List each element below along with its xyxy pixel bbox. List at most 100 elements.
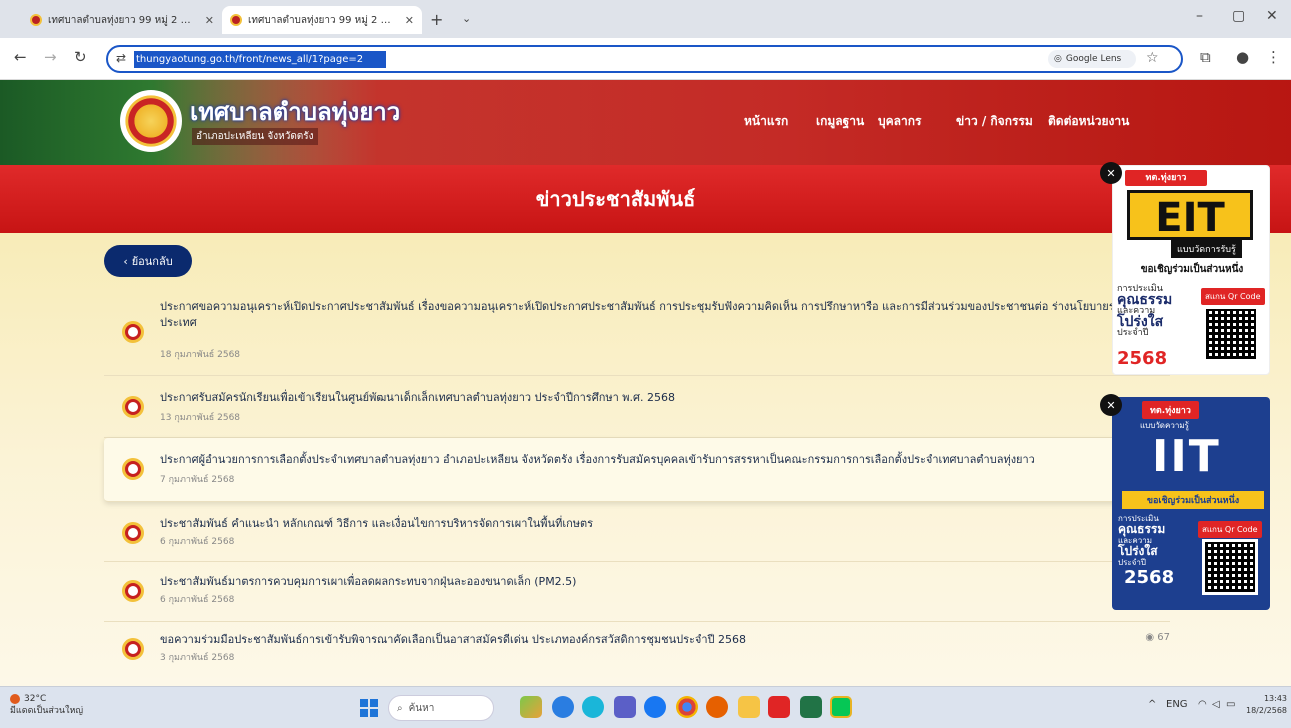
excel-icon[interactable] <box>800 696 822 718</box>
news-item[interactable]: ประชาสัมพันธ์ คำแนะนำ หลักเกณฑ์ วิธีการ … <box>104 502 1170 562</box>
profile-avatar-icon[interactable]: ● <box>1236 48 1249 66</box>
news-title[interactable]: ประชาสัมพันธ์มาตรการควบคุมการเผาเพื่อลดผ… <box>160 574 1160 590</box>
menu-item-news[interactable]: ข่าว / กิจกรรม <box>956 112 1033 131</box>
youtube-icon[interactable] <box>768 696 790 718</box>
news-title[interactable]: ประกาศผู้อำนวยการการเลือกตั้งประจำเทศบาล… <box>160 452 1160 468</box>
minimize-button[interactable]: – <box>1196 8 1203 24</box>
news-title[interactable]: ขอความร่วมมือประชาสัมพันธ์การเข้ารับพิจา… <box>160 632 1160 648</box>
view-count-value: 67 <box>1157 632 1170 643</box>
eit-label-big2: โปร่งใส <box>1117 314 1164 330</box>
news-item[interactable]: ประชาสัมพันธ์มาตรการควบคุมการเผาเพื่อลดผ… <box>104 562 1170 622</box>
back-arrow-icon[interactable]: ← <box>14 48 27 66</box>
system-clock[interactable]: 13:43 18/2/2568 <box>1246 693 1287 717</box>
menu-item-personnel[interactable]: บุคลากร <box>878 112 921 131</box>
weather-desc: มีแดดเป็นส่วนใหญ่ <box>10 706 84 716</box>
windows-start-icon[interactable] <box>360 699 378 717</box>
teams-icon[interactable] <box>614 696 636 718</box>
back-button-label: ย้อนกลับ <box>131 255 173 268</box>
firefox-icon[interactable] <box>706 696 728 718</box>
chrome-icon[interactable] <box>676 696 698 718</box>
messenger-icon[interactable] <box>582 696 604 718</box>
file-explorer-icon[interactable] <box>738 696 760 718</box>
close-icon[interactable]: ✕ <box>1100 394 1122 416</box>
battery-icon[interactable]: ▭ <box>1226 699 1235 710</box>
google-lens-button[interactable]: ◎ Google Lens <box>1048 50 1136 68</box>
forward-arrow-icon[interactable]: → <box>44 48 57 66</box>
bookmark-star-icon[interactable]: ☆ <box>1146 50 1159 66</box>
taskbar-search[interactable]: ⌕ ค้นหา <box>388 695 494 721</box>
news-item[interactable]: ประกาศผู้อำนวยการการเลือกตั้งประจำเทศบาล… <box>104 438 1170 502</box>
back-button[interactable]: ‹ ย้อนกลับ <box>104 245 192 277</box>
iit-year: 2568 <box>1124 567 1175 588</box>
sun-icon <box>10 693 20 704</box>
eit-label: การประเมิน คุณธรรม และความ โปร่งใส ประจำ… <box>1117 284 1172 339</box>
language-indicator[interactable]: ENG <box>1166 699 1188 710</box>
tab-list-chevron-icon[interactable]: ⌄ <box>462 12 471 25</box>
tab-title: เทศบาลตำบลทุ่งยาว 99 หมู่ 2 ตำบล <box>48 14 199 26</box>
news-title[interactable]: ประกาศรับสมัครนักเรียนเพื่อเข้าเรียนในศู… <box>160 390 1160 406</box>
site-favicon-icon <box>230 14 242 26</box>
lens-label: Google Lens <box>1065 54 1122 64</box>
maximize-button[interactable]: ▢ <box>1232 8 1245 24</box>
site-header: เทศบาลตำบลทุ่งยาว อำเภอปะเหลียน จังหวัดต… <box>0 80 1291 165</box>
reload-icon[interactable]: ↻ <box>74 48 87 66</box>
news-bullet-icon <box>122 522 144 544</box>
eit-badge-header: ทต.ทุ่งยาว <box>1125 170 1207 186</box>
news-item[interactable]: ขอความร่วมมือประชาสัมพันธ์การเข้ารับพิจา… <box>104 622 1170 672</box>
eit-tag: แบบวัดการรับรู้ <box>1171 240 1242 258</box>
weather-widget[interactable]: 32°C มีแดดเป็นส่วนใหญ่ <box>10 693 83 717</box>
url-input[interactable] <box>134 51 386 68</box>
news-title[interactable]: ประกาศขอความอนุเคราะห์เปิดประกาศประชาสัม… <box>160 299 1160 331</box>
iit-label-big2: โปร่งใส <box>1118 544 1158 558</box>
news-content: ‹ ย้อนกลับ ประกาศขอความอนุเคราะห์เปิดประ… <box>0 233 1291 686</box>
news-bullet-icon <box>122 638 144 660</box>
iit-label-big: คุณธรรม <box>1118 522 1166 536</box>
address-bar[interactable]: ⇄ ◎ Google Lens ☆ <box>106 45 1183 73</box>
menu-item-info[interactable]: เกมูลฐาน <box>816 112 864 131</box>
line-icon[interactable] <box>830 696 852 718</box>
wifi-icon[interactable]: ◠ <box>1198 699 1207 710</box>
iit-title: IIT <box>1152 431 1221 482</box>
news-item[interactable]: ประกาศรับสมัครนักเรียนเพื่อเข้าเรียนในศู… <box>104 376 1170 438</box>
extensions-icon[interactable]: ⧉ <box>1200 48 1211 66</box>
news-date: 6 กุมภาพันธ์ 2568 <box>160 537 235 547</box>
clock-time: 13:43 <box>1263 694 1288 703</box>
eit-year: 2568 <box>1117 348 1168 369</box>
news-item[interactable]: ประกาศขอความอนุเคราะห์เปิดประกาศประชาสัม… <box>104 291 1170 376</box>
eit-survey-badge[interactable]: ทต.ทุ่งยาว EIT แบบวัดการรับรู้ ขอเชิญร่ว… <box>1112 165 1270 375</box>
news-title[interactable]: ประชาสัมพันธ์ คำแนะนำ หลักเกณฑ์ วิธีการ … <box>160 516 1160 532</box>
municipality-logo[interactable] <box>120 90 182 152</box>
site-subtitle: อำเภอปะเหลียน จังหวัดตรัง <box>192 128 318 145</box>
facebook-icon[interactable] <box>644 696 666 718</box>
news-bullet-icon <box>122 580 144 602</box>
tray-overflow-icon[interactable]: ^ <box>1148 699 1156 710</box>
volume-icon[interactable]: ◁ <box>1212 699 1220 710</box>
section-banner: ข่าวประชาสัมพันธ์ <box>0 165 1291 233</box>
eit-invite-text: ขอเชิญร่วมเป็นส่วนหนึ่ง <box>1140 264 1244 275</box>
tab-title: เทศบาลตำบลทุ่งยาว 99 หมู่ 2 ตำบล <box>248 14 399 26</box>
widgets-icon[interactable] <box>520 696 542 718</box>
tab-close-icon[interactable]: ✕ <box>205 14 214 27</box>
news-date: 13 กุมภาพันธ์ 2568 <box>160 413 241 423</box>
browser-menu-icon[interactable]: ⋮ <box>1266 48 1281 66</box>
browser-tab[interactable]: เทศบาลตำบลทุ่งยาว 99 หมู่ 2 ตำบล ✕ <box>22 6 222 34</box>
news-date: 6 กุมภาพันธ์ 2568 <box>160 595 235 605</box>
eit-qr-code[interactable] <box>1203 306 1259 362</box>
close-window-button[interactable]: ✕ <box>1266 8 1278 24</box>
tab-close-icon[interactable]: ✕ <box>405 14 414 27</box>
menu-item-home[interactable]: หน้าแรก <box>744 112 788 131</box>
site-info-icon[interactable]: ⇄ <box>116 51 126 65</box>
chrome-alt-icon[interactable] <box>552 696 574 718</box>
page-title: ข่าวประชาสัมพันธ์ <box>535 187 696 211</box>
new-tab-button[interactable]: + <box>430 10 443 29</box>
iit-badge-header: ทต.ทุ่งยาว <box>1142 401 1199 419</box>
browser-tab-active[interactable]: เทศบาลตำบลทุ่งยาว 99 หมู่ 2 ตำบล ✕ <box>222 6 422 34</box>
taskbar-search-placeholder: ค้นหา <box>408 702 435 714</box>
iit-qr-code[interactable] <box>1202 539 1258 595</box>
site-title[interactable]: เทศบาลตำบลทุ่งยาว <box>190 92 400 131</box>
close-icon[interactable]: ✕ <box>1100 162 1122 184</box>
menu-item-contact[interactable]: ติดต่อหน่วยงาน <box>1048 112 1129 131</box>
iit-survey-badge[interactable]: ทต.ทุ่งยาว แบบวัดความรู้ IIT ขอเชิญร่วมเ… <box>1112 397 1270 610</box>
windows-taskbar: 32°C มีแดดเป็นส่วนใหญ่ ⌕ ค้นหา ^ ENG ◠ ◁… <box>0 686 1291 728</box>
site-favicon-icon <box>30 14 42 26</box>
